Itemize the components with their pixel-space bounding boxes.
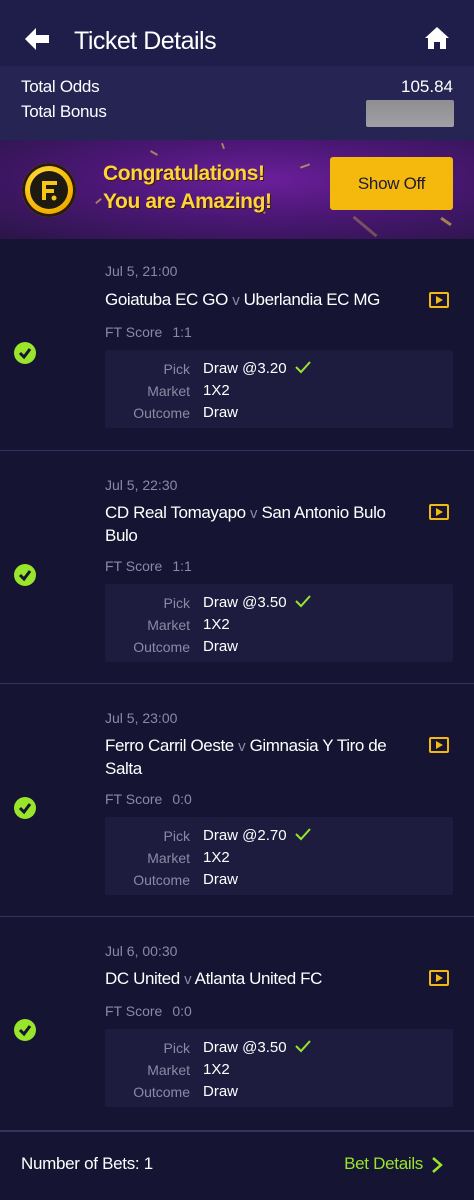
pick-value: Draw @2.70 <box>203 827 287 844</box>
total-odds-value: 105.84 <box>401 77 453 96</box>
vs-label: v <box>238 738 246 755</box>
match-teams: DC United v Atlanta United FC <box>105 968 405 991</box>
chevron-right-icon[interactable] <box>430 1156 444 1174</box>
number-of-bets: Number of Bets: 1 <box>21 1154 153 1173</box>
selection-box: Pick Draw @3.20 Market 1X2 Outcome Draw <box>105 350 453 428</box>
ft-score-label: FT Score <box>105 324 163 340</box>
match-teams: CD Real Tomayapo v San Antonio Bulo Bulo <box>105 502 405 547</box>
ft-score: FT Score 1:1 <box>105 558 192 574</box>
total-bonus-hidden-value <box>366 100 454 127</box>
pick-value: Draw @3.50 <box>203 1039 287 1056</box>
total-bonus-label: Total Bonus <box>21 102 107 121</box>
pick-correct-icon <box>295 1040 311 1053</box>
match-date: Jul 6, 00:30 <box>105 943 178 959</box>
pick-label: Pick <box>163 828 190 844</box>
pick-correct-icon <box>295 361 311 374</box>
live-stream-icon[interactable] <box>429 737 449 753</box>
outcome-label: Outcome <box>133 405 190 421</box>
congrats-line-2: You are Amazing! <box>103 190 272 213</box>
market-label: Market <box>147 617 190 633</box>
selection-box: Pick Draw @3.50 Market 1X2 Outcome Draw <box>105 1029 453 1107</box>
coin-logo-icon <box>22 163 76 217</box>
outcome-label: Outcome <box>133 639 190 655</box>
selection-box: Pick Draw @2.70 Market 1X2 Outcome Draw <box>105 817 453 895</box>
ft-score-label: FT Score <box>105 558 163 574</box>
pick-value: Draw @3.50 <box>203 594 287 611</box>
ft-score: FT Score 0:0 <box>105 791 192 807</box>
market-value: 1X2 <box>203 1061 230 1078</box>
congrats-line-1: Congratulations! <box>103 162 265 185</box>
match-date: Jul 5, 23:00 <box>105 710 178 726</box>
bet-details-link[interactable]: Bet Details <box>344 1154 423 1174</box>
match-date: Jul 5, 21:00 <box>105 263 178 279</box>
match-teams: Goiatuba EC GO v Uberlandia EC MG <box>105 289 405 312</box>
show-off-button[interactable]: Show Off <box>330 157 453 210</box>
won-check-icon <box>14 342 36 364</box>
congrats-text: Congratulations! You are Amazing! <box>103 160 313 216</box>
ft-score-value: 0:0 <box>172 1003 192 1019</box>
outcome-label: Outcome <box>133 1084 190 1100</box>
match-teams: Ferro Carril Oeste v Gimnasia Y Tiro de … <box>105 735 405 780</box>
market-label: Market <box>147 383 190 399</box>
page-title: Ticket Details <box>74 27 217 55</box>
vs-label: v <box>250 505 258 522</box>
pick-value: Draw @3.20 <box>203 360 287 377</box>
pick-correct-icon <box>295 595 311 608</box>
bet-item: Jul 5, 21:00 Goiatuba EC GO v Uberlandia… <box>0 239 474 451</box>
won-check-icon <box>14 1019 36 1041</box>
total-odds-label: Total Odds <box>21 77 100 96</box>
outcome-value: Draw <box>203 1083 239 1100</box>
pick-label: Pick <box>163 595 190 611</box>
away-team: Atlanta United FC <box>194 969 323 988</box>
outcome-value: Draw <box>203 638 239 655</box>
ft-score-value: 1:1 <box>172 558 192 574</box>
ft-score-label: FT Score <box>105 1003 163 1019</box>
market-label: Market <box>147 850 190 866</box>
footer-bar: Number of Bets: 1 Bet Details <box>0 1131 474 1200</box>
won-check-icon <box>14 797 36 819</box>
outcome-value: Draw <box>203 404 239 421</box>
market-label: Market <box>147 1062 190 1078</box>
live-stream-icon[interactable] <box>429 504 449 520</box>
home-team: Ferro Carril Oeste <box>105 736 234 755</box>
vs-label: v <box>184 971 192 988</box>
back-arrow-icon[interactable] <box>22 24 52 54</box>
vs-label: v <box>232 292 240 309</box>
home-team: CD Real Tomayapo <box>105 503 246 522</box>
outcome-label: Outcome <box>133 872 190 888</box>
bet-item: Jul 6, 00:30 DC United v Atlanta United … <box>0 917 474 1131</box>
match-date: Jul 5, 22:30 <box>105 477 178 493</box>
pick-label: Pick <box>163 1040 190 1056</box>
ft-score-value: 0:0 <box>172 791 192 807</box>
ft-score: FT Score 0:0 <box>105 1003 192 1019</box>
bet-item: Jul 5, 23:00 Ferro Carril Oeste v Gimnas… <box>0 684 474 917</box>
home-team: Goiatuba EC GO <box>105 290 228 309</box>
home-team: DC United <box>105 969 180 988</box>
pick-label: Pick <box>163 361 190 377</box>
live-stream-icon[interactable] <box>429 292 449 308</box>
market-value: 1X2 <box>203 382 230 399</box>
away-team: Uberlandia EC MG <box>243 290 381 309</box>
selection-box: Pick Draw @3.50 Market 1X2 Outcome Draw <box>105 584 453 662</box>
pick-correct-icon <box>295 828 311 841</box>
market-value: 1X2 <box>203 849 230 866</box>
ft-score-value: 1:1 <box>172 324 192 340</box>
won-check-icon <box>14 564 36 586</box>
home-icon[interactable] <box>424 25 450 51</box>
ft-score-label: FT Score <box>105 791 163 807</box>
bet-item: Jul 5, 22:30 CD Real Tomayapo v San Anto… <box>0 451 474 684</box>
live-stream-icon[interactable] <box>429 970 449 986</box>
market-value: 1X2 <box>203 616 230 633</box>
outcome-value: Draw <box>203 871 239 888</box>
ft-score: FT Score 1:1 <box>105 324 192 340</box>
